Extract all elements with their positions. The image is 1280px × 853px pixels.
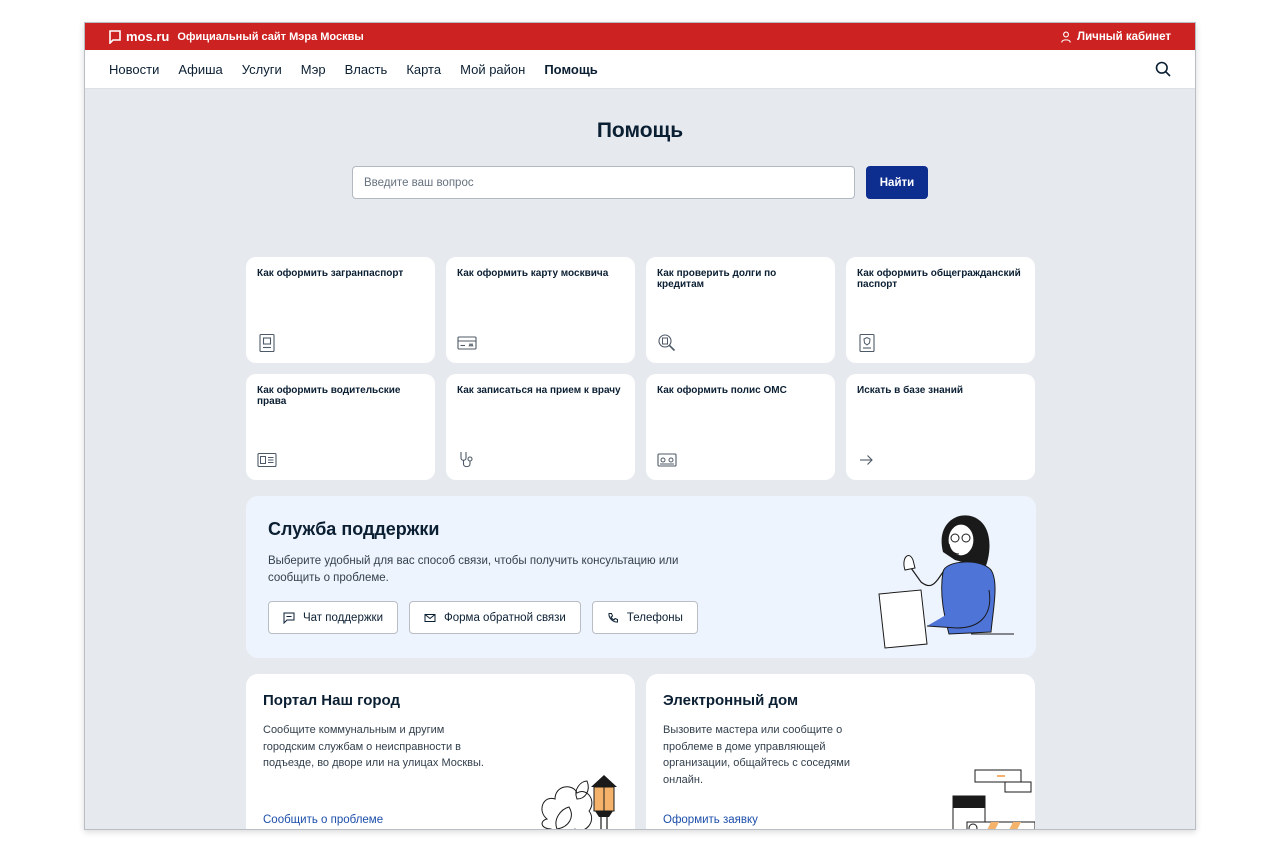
card-oms-policy[interactable]: Как оформить полис ОМС: [646, 374, 835, 480]
stethoscope-icon: [460, 452, 473, 468]
edom-description: Вызовите мастера или сообщите о проблеме…: [663, 724, 851, 786]
card-internal-passport[interactable]: Как оформить общегражданский паспорт: [846, 257, 1035, 363]
browser-page: mos.ru Официальный сайт Мэра Москвы Личн…: [84, 22, 1196, 830]
card-title: Как оформить загранпаспорт: [257, 268, 404, 279]
nav-item-afisha[interactable]: Афиша: [178, 62, 222, 77]
main-nav: Новости Афиша Услуги Мэр Власть Карта Мо…: [85, 50, 1195, 89]
chat-support-button[interactable]: Чат поддержки: [268, 601, 399, 635]
account-link[interactable]: Личный кабинет: [1061, 31, 1171, 43]
nav-item-news[interactable]: Новости: [109, 62, 159, 77]
driver-license-icon: [257, 452, 277, 468]
help-search: Найти: [85, 166, 1195, 199]
nav-item-authority[interactable]: Власть: [345, 62, 388, 77]
search-icon[interactable]: [1155, 61, 1171, 77]
logo-icon: [109, 29, 121, 44]
portal-title: Портал Наш город: [263, 692, 400, 709]
chat-support-label: Чат поддержки: [303, 611, 384, 624]
card-doctor-appointment[interactable]: Как записаться на прием к врачу: [446, 374, 635, 480]
page-title: Помощь: [596, 119, 684, 142]
nav-item-mayor[interactable]: Мэр: [301, 62, 326, 77]
portal-card: Портал Наш город Сообщите коммунальным и…: [246, 674, 635, 829]
nav-item-map[interactable]: Карта: [406, 62, 441, 77]
edom-card: Электронный дом Вызовите мастера или соо…: [646, 674, 1035, 829]
card-title: Как оформить карту москвича: [457, 268, 609, 279]
support-section: Служба поддержки Выберите удобный для ва…: [246, 496, 1036, 658]
passport-icon: [259, 333, 275, 353]
chat-icon: [283, 612, 295, 624]
edom-title: Электронный дом: [663, 692, 799, 709]
support-description: Выберите удобный для вас способ связи, ч…: [268, 555, 679, 584]
street-lamp-illustration: [541, 775, 617, 829]
submit-request-link[interactable]: Оформить заявку: [663, 814, 758, 826]
portal-description: Сообщите коммунальным и другим городским…: [263, 724, 484, 769]
nav-item-services[interactable]: Услуги: [242, 62, 282, 77]
card-title: Как оформить общегражданский паспорт: [857, 268, 1021, 290]
debt-search-icon: [658, 334, 676, 352]
feedback-form-button[interactable]: Форма обратной связи: [409, 601, 581, 635]
id-passport-icon: [859, 333, 875, 353]
card-moscow-card[interactable]: Как оформить карту москвича: [446, 257, 635, 363]
find-button[interactable]: Найти: [866, 166, 928, 199]
card-title: Как оформить полис ОМС: [657, 385, 787, 396]
card-title: Искать в базе знаний: [857, 385, 964, 396]
card-title: Как записаться на прием к врачу: [457, 385, 621, 396]
top-bar: mos.ru Официальный сайт Мэра Москвы Личн…: [85, 23, 1195, 50]
card-knowledge-base[interactable]: Искать в базе знаний: [846, 374, 1035, 480]
card-icon: [457, 336, 477, 350]
barrier-camera-illustration: [952, 769, 1035, 829]
phone-icon: [608, 612, 618, 623]
main-content: Помощь Найти Как оформить загранпаспорт …: [85, 119, 1195, 829]
help-cards: Как оформить загранпаспорт Как оформить …: [246, 257, 1036, 480]
card-title: Как проверить долги по кредитам: [657, 268, 777, 290]
mail-icon: [424, 613, 436, 622]
site-description: Официальный сайт Мэра Москвы: [177, 30, 364, 43]
logo-text: mos.ru: [126, 29, 170, 44]
feedback-form-label: Форма обратной связи: [444, 611, 566, 624]
card-title: Как оформить водительские права: [257, 385, 401, 407]
search-input[interactable]: [352, 166, 855, 199]
service-cards: Портал Наш город Сообщите коммунальным и…: [246, 674, 1036, 829]
card-driver-license[interactable]: Как оформить водительские права: [246, 374, 435, 480]
report-problem-link[interactable]: Сообщить о проблеме: [263, 814, 383, 826]
insurance-policy-icon: [657, 453, 677, 467]
nav-item-my-district[interactable]: Мой район: [460, 62, 525, 77]
nav-item-help[interactable]: Помощь: [544, 62, 597, 77]
account-label: Личный кабинет: [1077, 30, 1171, 43]
phones-label: Телефоны: [626, 611, 683, 624]
mos-logo[interactable]: mos.ru: [109, 29, 169, 44]
arrow-right-icon: [860, 455, 873, 465]
card-passport[interactable]: Как оформить загранпаспорт: [246, 257, 435, 363]
user-icon: [1061, 31, 1071, 43]
card-credit-debts[interactable]: Как проверить долги по кредитам: [646, 257, 835, 363]
phones-button[interactable]: Телефоны: [591, 601, 698, 635]
support-operator-illustration: [878, 515, 1014, 649]
